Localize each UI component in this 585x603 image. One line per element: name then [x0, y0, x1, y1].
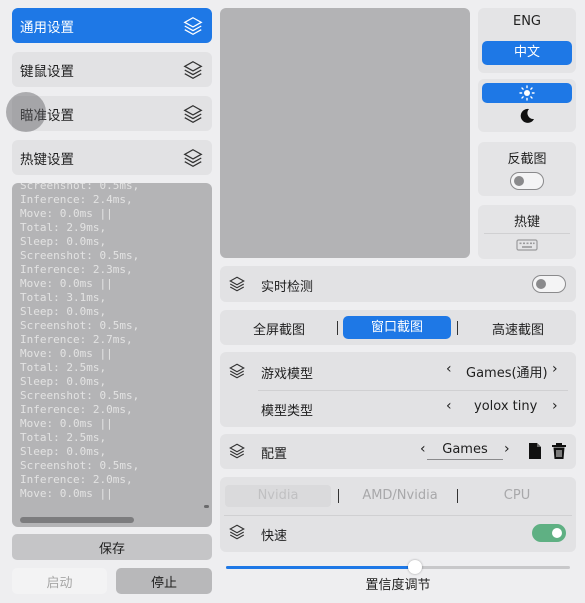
- hotkey-card: 热键: [478, 205, 576, 259]
- separator: [337, 321, 338, 335]
- config-label: 配置: [261, 447, 288, 462]
- layers-icon: [229, 443, 245, 459]
- theme-card: [478, 79, 576, 132]
- nav-item-label: 键鼠设置: [20, 63, 74, 80]
- realtime-detection-label: 实时检测: [261, 280, 314, 295]
- sun-icon: [519, 85, 535, 101]
- hotkey-title: 热键: [513, 215, 540, 230]
- confidence-label: 置信度调节: [365, 578, 431, 593]
- nvidia-option[interactable]: Nvidia: [225, 488, 331, 503]
- game-model-label: 游戏模型: [261, 367, 314, 382]
- log-text: Screenshot: 0.5ms, Inference: 2.4ms, Mov…: [20, 183, 140, 500]
- cpu-option[interactable]: CPU: [477, 488, 557, 503]
- capture-mode-row: 全屏截图 窗口截图 高速截图: [220, 310, 576, 345]
- save-button[interactable]: 保存: [12, 534, 212, 560]
- separator: [338, 489, 339, 503]
- preview-area: [220, 8, 470, 258]
- layers-icon: [229, 524, 245, 540]
- realtime-detection-row: 实时检测: [220, 266, 576, 302]
- layers-icon: [229, 363, 245, 379]
- layers-icon: [183, 104, 203, 123]
- reverse-capture-card: 反截图: [478, 142, 576, 196]
- log-panel[interactable]: Screenshot: 0.5ms, Inference: 2.4ms, Mov…: [12, 183, 212, 527]
- trash-icon[interactable]: [551, 442, 567, 460]
- nav-item-label: 通用设置: [20, 19, 74, 36]
- chevron-right-icon[interactable]: ›: [504, 441, 510, 457]
- language-card: ENG 中文: [478, 8, 576, 73]
- start-button[interactable]: 启动: [12, 568, 107, 594]
- model-settings-row: 游戏模型 ‹ Games(通用) › 模型类型 ‹ yolox tiny ›: [220, 352, 576, 427]
- layers-icon: [229, 276, 245, 292]
- nav-item-hotkey[interactable]: 热键设置: [12, 140, 212, 175]
- layers-icon: [183, 60, 203, 79]
- full-screen-capture-option[interactable]: 全屏截图: [242, 319, 316, 338]
- mouse-cursor-highlight: [6, 92, 46, 132]
- chevron-right-icon[interactable]: ›: [552, 398, 558, 414]
- separator: [457, 321, 458, 335]
- dark-theme-button[interactable]: [478, 107, 576, 125]
- config-row: 配置 ‹ Games ›: [220, 434, 576, 469]
- language-eng-button[interactable]: ENG: [478, 14, 576, 29]
- nav-item-general[interactable]: 通用设置: [12, 8, 212, 43]
- window-capture-option[interactable]: 窗口截图: [343, 316, 451, 339]
- fast-label: 快速: [261, 529, 288, 544]
- nav-item-label: 热键设置: [20, 151, 74, 168]
- backend-row: Nvidia AMD/Nvidia CPU 快速: [220, 477, 576, 552]
- reverse-capture-toggle[interactable]: [510, 172, 544, 190]
- light-theme-button[interactable]: [482, 83, 572, 103]
- separator: [457, 489, 458, 503]
- model-type-value: yolox tiny: [474, 399, 538, 414]
- language-zh-button[interactable]: 中文: [482, 41, 572, 65]
- layers-icon: [183, 16, 203, 35]
- layers-icon: [183, 148, 203, 167]
- keyboard-icon[interactable]: [516, 238, 538, 252]
- vertical-scrollbar[interactable]: [204, 505, 209, 508]
- model-type-label: 模型类型: [261, 404, 314, 419]
- stop-button[interactable]: 停止: [116, 568, 212, 594]
- chevron-left-icon[interactable]: ‹: [446, 398, 452, 414]
- confidence-slider-handle[interactable]: [408, 560, 422, 574]
- chevron-left-icon[interactable]: ‹: [420, 441, 426, 457]
- fast-toggle[interactable]: [532, 524, 566, 542]
- confidence-slider-fill: [226, 566, 415, 569]
- config-select[interactable]: Games: [427, 442, 503, 460]
- game-model-value: Games(通用): [466, 366, 548, 381]
- chevron-left-icon[interactable]: ‹: [446, 361, 452, 377]
- horizontal-scrollbar[interactable]: [20, 517, 134, 523]
- nav-item-keyboard-mouse[interactable]: 键鼠设置: [12, 52, 212, 87]
- chevron-right-icon[interactable]: ›: [552, 361, 558, 377]
- realtime-detection-toggle[interactable]: [532, 275, 566, 293]
- file-icon[interactable]: [528, 442, 542, 460]
- amd-nvidia-option[interactable]: AMD/Nvidia: [350, 488, 450, 503]
- reverse-capture-title: 反截图: [507, 152, 547, 167]
- fast-capture-option[interactable]: 高速截图: [478, 319, 558, 338]
- moon-icon: [520, 108, 534, 123]
